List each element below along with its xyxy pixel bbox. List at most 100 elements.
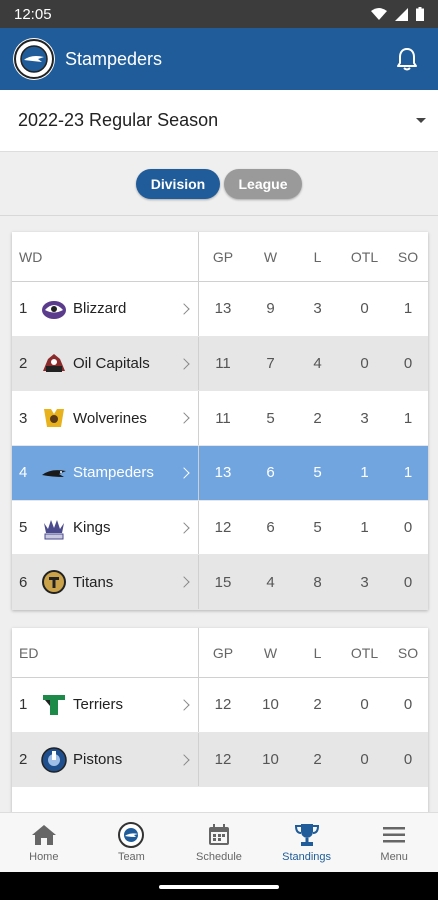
table-row[interactable]: 1 Blizzard 13 9 3 0 1 [12,282,428,337]
nav-label: Standings [282,851,332,863]
rank: 2 [19,355,28,373]
nav-label: Menu [380,851,408,863]
stat-l: 3 [313,300,322,318]
stat-w: 10 [262,751,279,769]
stat-w: 9 [266,300,275,318]
stat-otl: 0 [360,300,369,318]
table-row[interactable]: 1 Terriers 12 10 2 0 0 [12,678,428,733]
gesture-bar [0,872,438,900]
chevron-right-icon [178,412,190,424]
stat-otl: 3 [360,409,369,427]
team-name: Wolverines [73,409,147,427]
league-toggle-button[interactable]: League [224,168,302,199]
team-stats: 13 6 5 1 1 [199,446,428,500]
team-cell: 2 Pistons [12,732,199,787]
standings-table-wd: WD GP W L OTL SO 1 Blizzard 13 9 3 0 1 2… [12,232,428,610]
season-dropdown[interactable]: 2022-23 Regular Season [0,90,438,152]
notifications-bell-icon[interactable] [385,37,429,81]
stat-gp: 11 [215,409,231,427]
team-cell: 3 Wolverines [12,391,199,446]
stat-gp: 12 [214,751,232,769]
stat-l: 4 [313,355,322,373]
stat-l: 5 [313,464,322,482]
stat-w: 6 [266,519,275,537]
nav-label: Schedule [196,851,242,863]
col-header-so: SO [397,644,419,661]
table-row[interactable]: 2 Pistons 12 10 2 0 0 [12,732,428,788]
nav-schedule[interactable]: Schedule [175,813,263,872]
team-cell: 6 Titans [12,555,199,610]
stat-otl: 3 [360,573,369,591]
battery-icon [416,7,424,21]
nav-standings[interactable]: Standings [263,813,351,872]
rank: 1 [19,300,28,318]
chevron-right-icon [178,357,190,370]
table-header: WD GP W L OTL SO [12,232,428,282]
stat-so: 1 [403,464,413,482]
stat-so: 0 [403,751,413,769]
team-name: Oil Capitals [73,355,150,373]
rank: 3 [19,409,28,427]
stat-so: 0 [403,519,413,537]
rank: 1 [19,696,28,714]
wolverines-logo-icon [41,405,67,431]
team-stats: 12 10 2 0 0 [199,733,428,787]
team-name: Blizzard [73,300,127,318]
team-name: Stampeders [73,464,154,482]
team-name: Terriers [73,696,124,714]
stat-l: 8 [313,573,322,591]
team-name: Pistons [73,751,123,769]
team-stats: 11 7 4 0 0 [199,337,428,391]
team-cell: 2 Oil Capitals [12,336,199,391]
table-row[interactable]: 6 Titans 15 4 8 3 0 [12,555,428,610]
chevron-right-icon [178,303,190,315]
stat-so: 0 [403,696,413,714]
home-indicator[interactable] [159,885,279,889]
division-name: ED [19,644,39,661]
stat-w: 6 [266,464,275,482]
nav-team[interactable]: Team [88,813,176,872]
stat-l: 2 [313,696,322,714]
col-header-otl: OTL [350,248,379,265]
stat-otl: 0 [360,355,369,373]
col-header-so: SO [397,248,419,265]
col-header-w: W [263,644,278,661]
stat-l: 2 [313,751,322,769]
stampeders-logo-icon [41,460,67,486]
table-row[interactable]: 5 Kings 12 6 5 1 0 [12,500,428,556]
division-header-cell: WD [12,232,199,281]
kings-logo-icon [41,515,67,541]
home-icon [31,822,57,848]
nav-label: Team [117,851,145,863]
view-toggle: Division League [0,152,438,216]
col-header-l: L [313,644,322,661]
nav-menu[interactable]: Menu [350,813,438,872]
table-row[interactable]: 2 Oil Capitals 11 7 4 0 0 [12,336,428,392]
terriers-logo-icon [41,692,67,718]
stat-gp: 13 [214,464,232,482]
titans-logo-icon [41,569,67,595]
col-header-gp: GP [212,248,234,265]
wifi-icon [371,7,387,20]
stat-otl: 1 [360,464,369,482]
team-name: Kings [73,519,111,537]
table-row[interactable]: 3 Wolverines 11 5 2 3 1 [12,391,428,447]
status-bar: 12:05 [0,0,438,28]
stat-l: 5 [313,519,322,537]
status-time: 12:05 [14,5,52,23]
rank: 6 [19,573,28,591]
nav-home[interactable]: Home [0,813,88,872]
col-header-otl: OTL [350,644,379,661]
stat-w: 5 [266,409,275,427]
screen: 12:05 Stampeders 2022-23 Regular Season [0,0,438,900]
col-header-l: L [313,248,322,265]
team-logo-icon[interactable] [13,38,55,80]
standings-table-ed: ED GP W L OTL SO 1 Terriers 12 10 2 0 0 … [12,628,428,828]
division-toggle-button[interactable]: Division [136,168,220,199]
team-cell: 1 Terriers [12,678,199,732]
team-stats: 12 6 5 1 0 [199,501,428,555]
division-header-cell: ED [12,628,199,677]
table-row-highlighted[interactable]: 4 Stampeders 13 6 5 1 1 [12,446,428,501]
team-stats: 11 5 2 3 1 [199,391,428,445]
stat-gp: 13 [214,300,232,318]
